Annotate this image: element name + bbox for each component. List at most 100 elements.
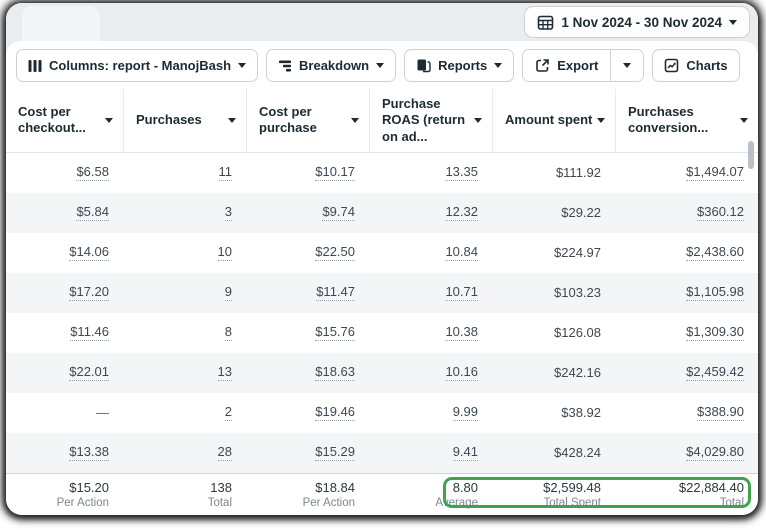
cell-purchases[interactable]: 3 [225, 204, 232, 221]
column-header-amount-spent[interactable]: Amount spent [492, 89, 615, 152]
cell-amount-spent: $111.92 [556, 165, 601, 180]
column-header-cost-per-purchase[interactable]: Cost per purchase [246, 89, 369, 152]
cell-purchases-conversion[interactable]: $388.90 [697, 404, 744, 421]
chevron-down-icon [351, 118, 359, 123]
cell-cost-per-checkout[interactable]: $5.84 [76, 204, 109, 221]
table-row[interactable]: — 2 $19.46 9.99 $38.92 $388.90 [6, 393, 758, 433]
cell-purchase-roas[interactable]: 10.38 [445, 324, 478, 341]
table-row[interactable]: $5.84 3 $9.74 12.32 $29.22 $360.12 [6, 193, 758, 233]
charts-button[interactable]: Charts [652, 49, 739, 82]
cell-cost-per-checkout[interactable]: $14.06 [69, 244, 109, 261]
columns-button[interactable]: Columns: report - ManojBash [16, 49, 258, 82]
cell-cost-per-purchase[interactable]: $22.50 [315, 244, 355, 261]
table-body: $6.58 11 $10.17 13.35 $111.92 $1,494.07 … [6, 153, 758, 473]
cell-purchase-roas[interactable]: 9.41 [453, 444, 478, 461]
chevron-down-icon [597, 118, 605, 123]
cell-purchases-conversion[interactable]: $2,438.60 [686, 244, 744, 261]
cell-cost-per-purchase[interactable]: $15.29 [315, 444, 355, 461]
breakdown-icon [278, 59, 292, 73]
summary-value: $15.20 [69, 480, 109, 495]
cell-purchases-conversion[interactable]: $1,309.30 [686, 324, 744, 341]
table-row[interactable]: $6.58 11 $10.17 13.35 $111.92 $1,494.07 [6, 153, 758, 193]
cell-purchases-conversion[interactable]: $1,494.07 [686, 164, 744, 181]
column-header-purchases-conversion[interactable]: Purchases conversion... [615, 89, 758, 152]
cell-purchase-roas[interactable]: 10.16 [445, 364, 478, 381]
cell-amount-spent: $428.24 [554, 445, 601, 460]
cell-cost-per-checkout[interactable]: $17.20 [69, 284, 109, 301]
cell-amount-spent: $29.22 [561, 205, 601, 220]
cell-purchases-conversion[interactable]: $1,105.98 [686, 284, 744, 301]
column-header-purchase-roas[interactable]: Purchase ROAS (return on ad... [369, 89, 492, 152]
cell-cost-per-purchase[interactable]: $10.17 [315, 164, 355, 181]
date-range-picker[interactable]: 1 Nov 2024 - 30 Nov 2024 [524, 6, 750, 38]
reports-button[interactable]: Reports [404, 49, 514, 82]
cell-purchases[interactable]: 11 [219, 164, 233, 181]
column-header-label: Purchases conversion... [628, 104, 736, 137]
report-card: Columns: report - ManojBash Breakdown Re… [6, 41, 758, 515]
table-row[interactable]: $17.20 9 $11.47 10.71 $103.23 $1,105.98 [6, 273, 758, 313]
breakdown-button[interactable]: Breakdown [266, 49, 396, 82]
reports-button-label: Reports [438, 58, 487, 73]
table-row[interactable]: $13.38 28 $15.29 9.41 $428.24 $4,029.80 [6, 433, 758, 473]
summary-value: $18.84 [315, 480, 355, 495]
chevron-down-icon [238, 63, 246, 68]
cell-purchases[interactable]: 9 [225, 284, 232, 301]
summary-purchases-conversion: $22,884.40 Total [615, 474, 758, 515]
cell-cost-per-purchase[interactable]: $18.63 [315, 364, 355, 381]
cell-amount-spent: $126.08 [554, 325, 601, 340]
summary-label: Total Spent [543, 497, 601, 509]
cell-purchases[interactable]: 2 [225, 404, 232, 421]
cell-purchases[interactable]: 13 [218, 364, 232, 381]
cell-cost-per-checkout[interactable]: $11.46 [70, 324, 109, 341]
export-button-label: Export [557, 58, 598, 73]
summary-cost-per-purchase: $18.84 Per Action [246, 474, 369, 515]
cell-purchases-conversion[interactable]: $4,029.80 [686, 444, 744, 461]
column-header-label: Purchases [136, 112, 202, 128]
cell-cost-per-checkout[interactable]: $6.58 [76, 164, 109, 181]
columns-button-label: Columns: report - ManojBash [49, 58, 231, 73]
cell-cost-per-purchase[interactable]: $19.46 [315, 404, 355, 421]
cell-cost-per-checkout[interactable]: $22.01 [69, 364, 109, 381]
cell-purchase-roas[interactable]: 10.84 [445, 244, 478, 261]
column-header-label: Cost per checkout... [18, 104, 101, 137]
summary-label: Per Action [303, 497, 355, 509]
cell-purchase-roas[interactable]: 13.35 [445, 164, 478, 181]
summary-label: Total [720, 497, 744, 509]
chevron-down-icon [376, 63, 384, 68]
chevron-down-icon [228, 118, 236, 123]
export-dropdown-button[interactable] [611, 50, 643, 81]
summary-value: 138 [210, 480, 232, 495]
cell-cost-per-purchase[interactable]: $11.47 [316, 284, 355, 301]
cell-purchases-conversion[interactable]: $2,459.42 [686, 364, 744, 381]
vertical-scrollbar-thumb[interactable] [748, 141, 754, 169]
toolbar: Columns: report - ManojBash Breakdown Re… [6, 41, 758, 89]
cell-purchase-roas[interactable]: 10.71 [445, 284, 478, 301]
column-header-purchases[interactable]: Purchases [123, 89, 246, 152]
cell-purchases[interactable]: 8 [225, 324, 232, 341]
summary-cost-per-checkout: $15.20 Per Action [6, 474, 123, 515]
summary-amount-spent: $2,599.48 Total Spent [492, 474, 615, 515]
table-row[interactable]: $11.46 8 $15.76 10.38 $126.08 $1,309.30 [6, 313, 758, 353]
columns-icon [28, 59, 42, 73]
column-header-label: Amount spent [505, 112, 592, 128]
chevron-down-icon [105, 118, 113, 123]
cell-cost-per-purchase[interactable]: $9.74 [322, 204, 355, 221]
cell-cost-per-checkout-empty: — [96, 405, 109, 420]
chevron-down-icon [494, 63, 502, 68]
cell-purchases[interactable]: 10 [218, 244, 232, 261]
cell-purchases-conversion[interactable]: $360.12 [697, 204, 744, 221]
summary-value: 8.80 [453, 480, 478, 495]
export-button[interactable]: Export [523, 50, 610, 81]
charts-button-label: Charts [686, 58, 727, 73]
column-header-cost-per-checkout[interactable]: Cost per checkout... [6, 89, 123, 152]
cell-purchases[interactable]: 28 [218, 444, 232, 461]
ads-reporting-window: 1 Nov 2024 - 30 Nov 2024 Columns: report… [6, 3, 758, 515]
table-row[interactable]: $14.06 10 $22.50 10.84 $224.97 $2,438.60 [6, 233, 758, 273]
cell-cost-per-purchase[interactable]: $15.76 [315, 324, 355, 341]
column-header-label: Purchase ROAS (return on ad... [382, 96, 470, 145]
column-header-label: Cost per purchase [259, 104, 347, 137]
cell-purchase-roas[interactable]: 9.99 [453, 404, 478, 421]
table-row[interactable]: $22.01 13 $18.63 10.16 $242.16 $2,459.42 [6, 353, 758, 393]
cell-purchase-roas[interactable]: 12.32 [445, 204, 478, 221]
cell-cost-per-checkout[interactable]: $13.38 [69, 444, 109, 461]
